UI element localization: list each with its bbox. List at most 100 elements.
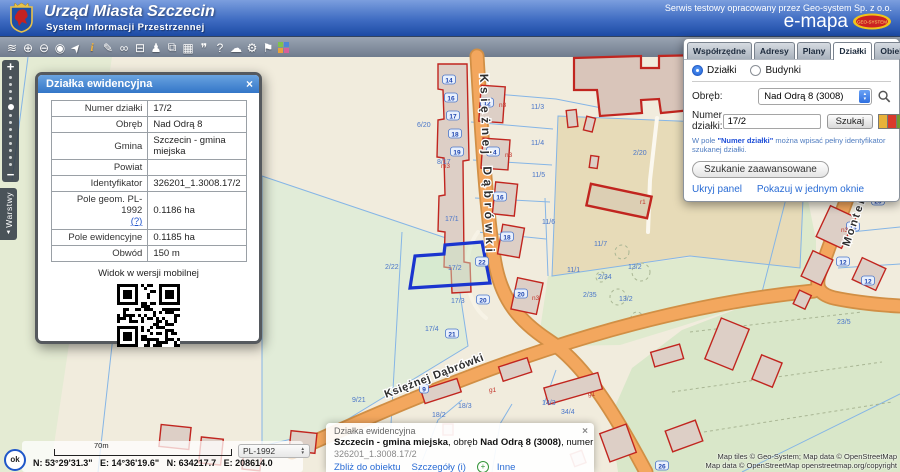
svg-text:18/3: 18/3	[458, 403, 472, 410]
svg-text:2/20: 2/20	[633, 150, 647, 157]
svg-text:6/20: 6/20	[417, 122, 431, 129]
svg-text:14/3: 14/3	[542, 400, 556, 407]
svg-text:g1: g1	[588, 391, 596, 398]
obreb-label: Obręb:	[692, 91, 758, 102]
svg-text:11/7: 11/7	[594, 241, 607, 248]
map-canvas[interactable]: 6/208/1711/311/411/511/611/711/12/342/35…	[0, 0, 900, 472]
svg-text:12: 12	[864, 279, 872, 286]
table-row: Numer działki17/2	[51, 101, 246, 117]
svg-text:18/2: 18/2	[432, 412, 446, 419]
radio-dzialki[interactable]	[692, 65, 703, 76]
mobile-view-caption: Widok w wersji mobilnej	[38, 268, 259, 279]
svg-text:14: 14	[445, 78, 453, 85]
svg-text:17: 17	[449, 114, 457, 121]
advanced-search-button[interactable]: Szukanie zaawansowane	[692, 161, 829, 178]
svg-text:11/3: 11/3	[531, 104, 544, 111]
map-attribution: Map tiles © Geo-System; Map data © OpenS…	[706, 452, 897, 470]
svg-text:20: 20	[479, 298, 487, 305]
svg-text:m3: m3	[441, 163, 450, 170]
svg-text:r1: r1	[640, 199, 646, 206]
svg-text:17/2: 17/2	[448, 265, 462, 272]
obreb-select[interactable]: Nad Odrą 8 (3008) ▴▾	[758, 88, 872, 105]
result-popup: Działka ewidencyjna × Szczecin - gmina m…	[326, 423, 594, 472]
crs-select[interactable]: PL-1992 ▲▼	[238, 444, 310, 458]
radio-budynki[interactable]	[750, 65, 761, 76]
coordinates-readout: N: 53°29'31.3" E: 14°36'19.6" N: 634217.…	[33, 458, 273, 468]
svg-text:n3: n3	[499, 102, 507, 109]
ok-button[interactable]: ok	[4, 449, 26, 471]
table-row: GminaSzczecin - gmina miejska	[51, 133, 246, 160]
szukaj-button[interactable]: Szukaj	[827, 114, 874, 129]
svg-text:11/5: 11/5	[532, 172, 545, 179]
tab-działki[interactable]: Działki	[833, 42, 872, 60]
svg-text:17/1: 17/1	[445, 216, 459, 223]
tab-współrzędne[interactable]: Współrzędne	[687, 42, 752, 59]
search-panel: WspółrzędneAdresyPlanyDziałkiObiekty× Dz…	[683, 38, 900, 202]
svg-text:11/1: 11/1	[567, 267, 580, 274]
radio-dzialki-label[interactable]: Działki	[707, 65, 736, 76]
e-mapa-app: Urząd Miasta Szczecin System Informacji …	[0, 0, 900, 472]
close-icon[interactable]: ×	[582, 426, 588, 437]
parcel-attributes-table: Numer działki17/2ObrębNad Odrą 8GminaSzc…	[51, 100, 247, 262]
zoom-in-control[interactable]: +	[7, 60, 15, 74]
svg-text:16: 16	[447, 96, 455, 103]
radio-budynki-label[interactable]: Budynki	[765, 65, 801, 76]
table-row: Pole geom. PL-1992(?)0.1186 ha	[51, 192, 246, 230]
table-row: Pole ewidencyjne0.1185 ha	[51, 230, 246, 246]
other-link[interactable]: Inne	[497, 462, 516, 472]
svg-text:9: 9	[422, 387, 426, 394]
zoom-level-track[interactable]	[8, 74, 14, 168]
hide-panel-link[interactable]: Ukryj panel	[692, 184, 742, 195]
table-row: Identyfikator326201_1.3008.17/2	[51, 176, 246, 192]
svg-text:17/4: 17/4	[425, 326, 439, 333]
svg-text:26: 26	[658, 464, 666, 471]
svg-text:18: 18	[451, 132, 459, 139]
tab-plany[interactable]: Plany	[797, 42, 832, 59]
zoom-slider[interactable]: + −	[2, 60, 19, 182]
table-row: Powiat	[51, 160, 246, 176]
select-spinner-icon: ▲▼	[301, 447, 305, 455]
svg-text:20: 20	[517, 292, 525, 299]
tab-adresy[interactable]: Adresy	[754, 42, 795, 59]
zoom-to-object-link[interactable]: Zbliż do obiektu	[334, 462, 401, 472]
svg-text:22: 22	[478, 260, 486, 267]
svg-text:12: 12	[839, 260, 847, 267]
scale-bar	[54, 449, 232, 456]
svg-text:19: 19	[453, 150, 461, 157]
svg-text:g1: g1	[489, 387, 497, 394]
search-icon[interactable]	[878, 90, 891, 103]
svg-text:17/3: 17/3	[451, 298, 465, 305]
select-spinner-icon: ▴▾	[859, 90, 870, 103]
layers-tab[interactable]: Warstwy ▼	[0, 188, 17, 240]
svg-text:2/35: 2/35	[583, 292, 597, 299]
svg-text:18: 18	[503, 235, 511, 242]
details-link[interactable]: Szczegóły (i)	[412, 462, 466, 472]
table-row: ObrębNad Odrą 8	[51, 117, 246, 133]
svg-text:n3: n3	[532, 295, 540, 302]
svg-text:34/4: 34/4	[561, 409, 575, 416]
svg-text:2/22: 2/22	[385, 264, 399, 271]
result-popup-title: Działka ewidencyjna ×	[334, 426, 586, 436]
single-window-link[interactable]: Pokazuj w jednym oknie	[757, 184, 864, 195]
svg-text:16: 16	[496, 195, 504, 202]
zoom-out-control[interactable]: −	[7, 168, 15, 182]
result-identifier: 326201_1.3008.17/2	[334, 449, 586, 459]
help-link[interactable]: (?)	[57, 216, 143, 227]
parcel-number-input[interactable]	[723, 114, 821, 129]
parcel-panel-title: Działka ewidencyjna ×	[38, 75, 259, 93]
search-tabs: WspółrzędneAdresyPlanyDziałkiObiekty×	[684, 39, 899, 60]
result-description: Szczecin - gmina miejska, obręb Nad Odrą…	[334, 437, 586, 448]
status-bar: 70m PL-1992 ▲▼ N: 53°29'31.3" E: 14°36'1…	[22, 441, 303, 472]
svg-text:23/5: 23/5	[837, 319, 851, 326]
table-row: Obwód150 m	[51, 246, 246, 262]
close-icon[interactable]: ×	[246, 75, 253, 93]
tab-obiekty[interactable]: Obiekty	[874, 42, 900, 59]
svg-text:2/34: 2/34	[598, 274, 612, 281]
svg-text:13/2: 13/2	[619, 296, 633, 303]
osm-copyright-link[interactable]: Map data © OpenStreetMap openstreetmap.o…	[706, 461, 897, 470]
search-hint: W pole "Numer działki" można wpisać pełn…	[692, 136, 891, 154]
add-icon[interactable]: +	[477, 461, 489, 472]
chevron-down-icon: ▼	[6, 230, 12, 236]
svg-text:n3: n3	[505, 152, 513, 159]
parcel-info-panel: Działka ewidencyjna × Numer działki17/2O…	[35, 72, 262, 344]
